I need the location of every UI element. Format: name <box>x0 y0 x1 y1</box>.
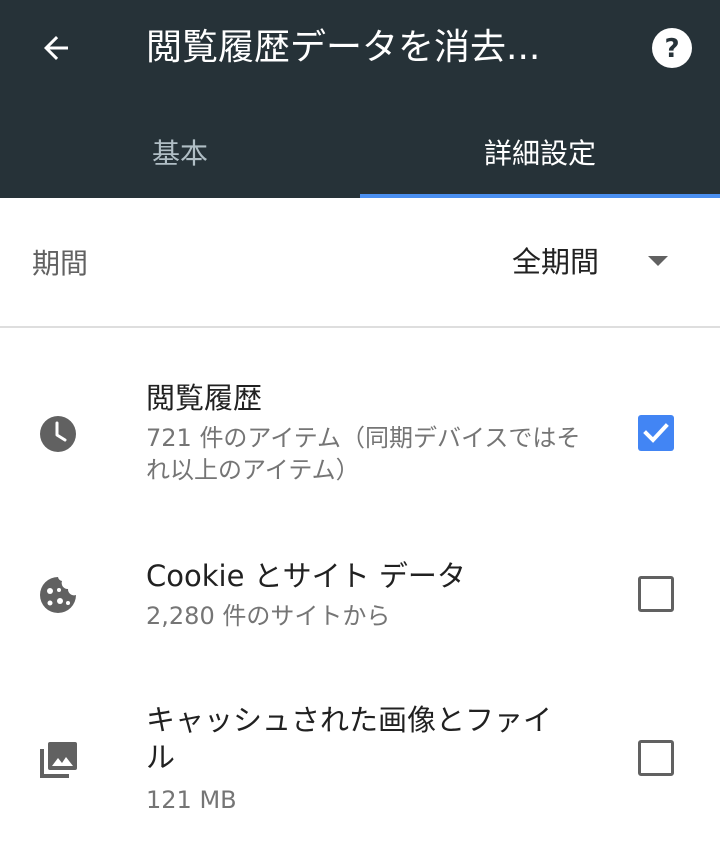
list-item-cookies[interactable]: Cookie とサイト データ 2,280 件のサイトから <box>0 540 720 650</box>
item-subtitle: 721 件のアイテム（同期デバイスではそれ以上のアイテム） <box>146 424 581 484</box>
list-item-cache[interactable]: キャッシュされた画像とファイル 121 MB <box>0 680 720 840</box>
tab-basic[interactable]: 基本 <box>0 118 360 186</box>
page-title: 閲覧履歴データを消去... <box>146 27 541 68</box>
item-title: Cookie とサイト データ <box>146 559 466 593</box>
time-range-dropdown[interactable]: 全期間 <box>496 228 696 292</box>
item-title: 閲覧履歴 <box>146 381 263 415</box>
checkmark-icon <box>643 423 669 443</box>
svg-text:?: ? <box>664 34 679 64</box>
tab-advanced[interactable]: 詳細設定 <box>360 118 720 186</box>
back-button[interactable] <box>24 22 88 74</box>
app-bar: 閲覧履歴データを消去... ? 基本 詳細設定 <box>0 0 720 198</box>
checkbox-browsing-history[interactable] <box>638 415 674 451</box>
list-item-browsing-history[interactable]: 閲覧履歴 721 件のアイテム（同期デバイスではそれ以上のアイテム） <box>0 360 720 510</box>
cookie-icon <box>36 573 80 617</box>
help-button[interactable]: ? <box>648 24 696 72</box>
time-range-label: 期間 <box>32 247 89 280</box>
help-icon: ? <box>652 28 692 68</box>
clock-icon <box>36 412 80 456</box>
checkbox-cache[interactable] <box>638 740 674 776</box>
item-subtitle: 2,280 件のサイトから <box>146 602 391 630</box>
item-subtitle: 121 MB <box>146 786 237 814</box>
time-range-value: 全期間 <box>512 245 600 279</box>
item-title: キャッシュされた画像とファイル <box>146 703 553 774</box>
checkbox-cookies[interactable] <box>638 576 674 612</box>
arrow-back-icon <box>44 36 68 60</box>
time-range-row: 期間 全期間 <box>0 198 720 328</box>
dropdown-arrow-icon <box>648 256 668 266</box>
photo-library-icon <box>36 738 80 782</box>
